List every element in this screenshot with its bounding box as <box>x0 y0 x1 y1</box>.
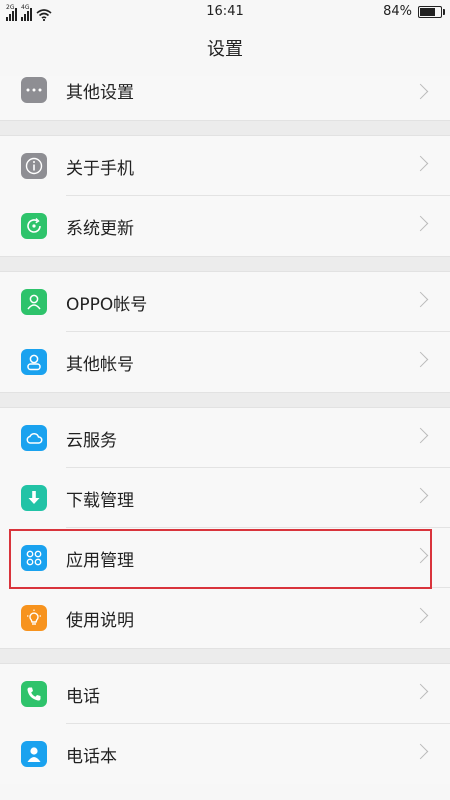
settings-item-label: 关于手机 <box>66 158 134 179</box>
settings-item-label: 电话本 <box>66 746 117 767</box>
bulb-icon <box>21 605 47 631</box>
battery-indicator: 84% <box>383 4 445 19</box>
info-icon <box>21 153 47 179</box>
settings-item-other-settings[interactable]: 其他设置 <box>0 76 450 120</box>
settings-item-oppo-account[interactable]: OPPO帐号 <box>0 272 450 332</box>
section-divider <box>0 392 450 408</box>
settings-item-app-management[interactable]: 应用管理 <box>0 528 450 588</box>
settings-item-user-guide[interactable]: 使用说明 <box>0 588 450 648</box>
settings-item-label: 其他帐号 <box>66 354 134 375</box>
settings-list: 其他设置 关于手机 系统更新 OPPO帐号 其他帐号 云服务 下载管理 应用管理… <box>0 76 450 784</box>
account-icon <box>21 289 47 315</box>
settings-item-label: 其他设置 <box>66 82 134 103</box>
settings-item-label: 应用管理 <box>66 550 134 571</box>
section-divider <box>0 648 450 664</box>
settings-item-cloud-service[interactable]: 云服务 <box>0 408 450 468</box>
battery-percent: 84% <box>383 4 412 19</box>
cloud-icon <box>21 425 47 451</box>
settings-item-about-phone[interactable]: 关于手机 <box>0 136 450 196</box>
section-divider <box>0 120 450 136</box>
download-icon <box>21 485 47 511</box>
battery-icon <box>418 5 445 18</box>
settings-item-system-update[interactable]: 系统更新 <box>0 196 450 256</box>
settings-item-label: 云服务 <box>66 430 117 451</box>
settings-item-label: 下载管理 <box>66 490 134 511</box>
update-icon <box>21 213 47 239</box>
page-title: 设置 <box>0 24 450 76</box>
settings-item-contacts[interactable]: 电话本 <box>0 724 450 784</box>
person-icon <box>21 349 47 375</box>
settings-item-label: 使用说明 <box>66 610 134 631</box>
more-dots-icon <box>21 77 47 103</box>
apps-icon <box>21 545 47 571</box>
settings-item-phone[interactable]: 电话 <box>0 664 450 724</box>
settings-item-label: 系统更新 <box>66 218 134 239</box>
settings-item-other-accounts[interactable]: 其他帐号 <box>0 332 450 392</box>
status-bar: 2G 4G 16:41 84% <box>0 0 450 24</box>
contacts-icon <box>21 741 47 767</box>
section-divider <box>0 256 450 272</box>
phone-icon <box>21 681 47 707</box>
settings-item-label: OPPO帐号 <box>66 294 148 315</box>
settings-item-download-manager[interactable]: 下载管理 <box>0 468 450 528</box>
settings-item-label: 电话 <box>66 686 100 707</box>
